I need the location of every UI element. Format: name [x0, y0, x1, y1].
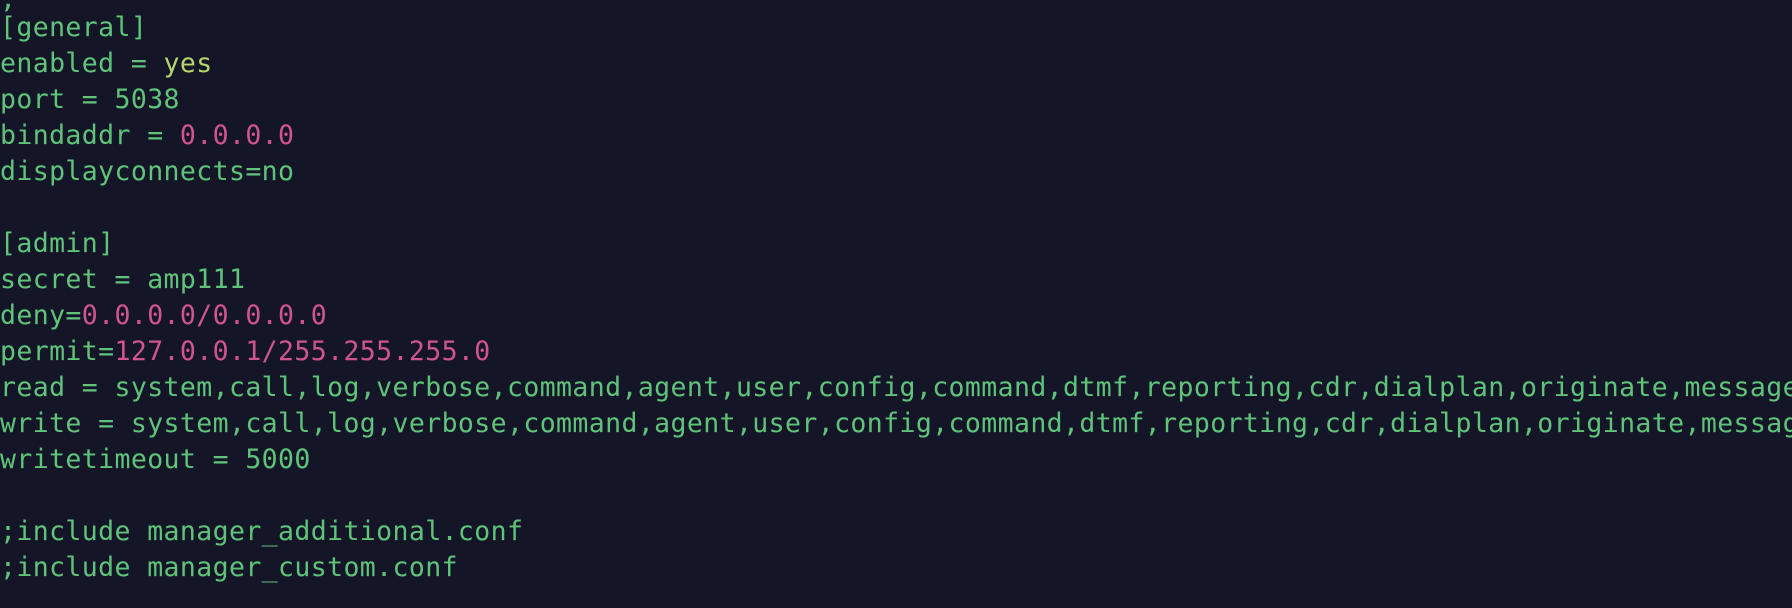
key-value-text: read = system,call,log,verbose,command,a… — [0, 372, 1792, 403]
deny-line: deny=0.0.0.0/0.0.0.0 — [0, 298, 327, 334]
writetimeout-line: writetimeout = 5000 — [0, 442, 311, 478]
key-text: deny= — [0, 300, 82, 331]
key-text: enabled = — [0, 48, 164, 79]
ip-value: 0.0.0.0/0.0.0.0 — [81, 300, 328, 331]
key-value-text: writetimeout = 5000 — [0, 444, 311, 475]
key-value-text: secret = amp111 — [0, 264, 246, 295]
key-value-text: write = system,call,log,verbose,command,… — [0, 408, 1792, 439]
ip-value: 127.0.0.1/255.255.255.0 — [114, 336, 491, 367]
secret-line: secret = amp111 — [0, 262, 245, 298]
section-header-text: [admin] — [0, 228, 115, 259]
enabled-line: enabled = yes — [0, 46, 213, 82]
value-yes: yes — [163, 48, 213, 79]
include-additional-line: ;include manager_additional.conf — [0, 514, 523, 550]
section-header-text: [general] — [0, 12, 148, 43]
key-text: bindaddr = — [0, 120, 180, 151]
permit-line: permit=127.0.0.1/255.255.255.0 — [0, 334, 491, 370]
comment-text: ;include manager_additional.conf — [0, 516, 524, 547]
ip-value: 0.0.0.0 — [179, 120, 295, 151]
bindaddr-line: bindaddr = 0.0.0.0 — [0, 118, 294, 154]
key-value-text: port = 5038 — [0, 84, 180, 115]
section-general: [general] — [0, 10, 147, 46]
write-line: write = system,call,log,verbose,command,… — [0, 406, 1792, 442]
displayconnects-line: displayconnects=no — [0, 154, 294, 190]
comment-text: ;include manager_custom.conf — [0, 552, 458, 583]
key-value-text: displayconnects=no — [0, 156, 295, 187]
key-text: permit= — [0, 336, 115, 367]
config-editor[interactable]: ; [general] enabled = yes port = 5038 bi… — [0, 0, 1792, 608]
section-admin: [admin] — [0, 226, 114, 262]
read-line: read = system,call,log,verbose,command,a… — [0, 370, 1792, 406]
include-custom-line: ;include manager_custom.conf — [0, 550, 458, 586]
port-line: port = 5038 — [0, 82, 180, 118]
